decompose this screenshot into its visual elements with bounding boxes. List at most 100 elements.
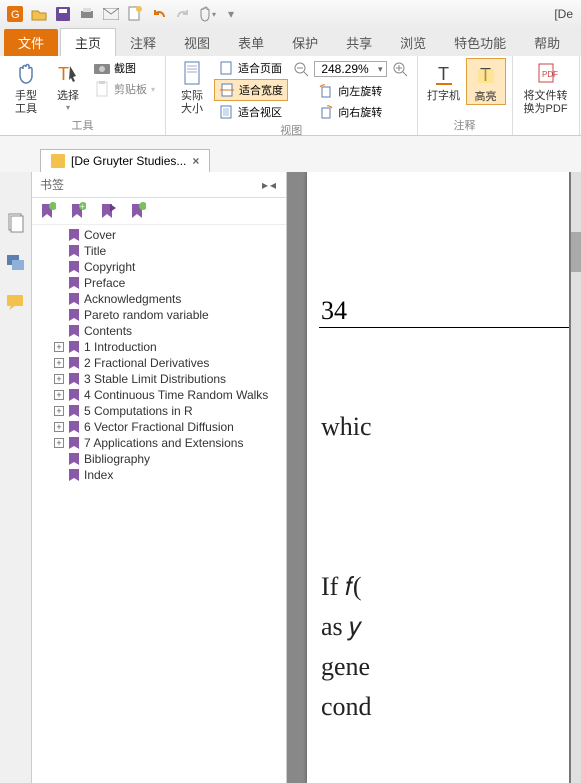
- bookmark-label: Bibliography: [84, 452, 150, 466]
- bookmark-item[interactable]: Index: [50, 467, 282, 483]
- print-icon[interactable]: [76, 3, 98, 25]
- save-icon[interactable]: [52, 3, 74, 25]
- bookmark-label: Title: [84, 244, 106, 258]
- tab-form[interactable]: 表单: [224, 29, 278, 56]
- bm-new-icon[interactable]: +: [70, 202, 86, 220]
- expander-icon[interactable]: +: [54, 390, 64, 400]
- bookmark-item[interactable]: Bibliography: [50, 451, 282, 467]
- expander-icon[interactable]: +: [54, 358, 64, 368]
- expander-icon[interactable]: +: [54, 374, 64, 384]
- snapshot-button[interactable]: 截图: [90, 58, 159, 78]
- expander-icon[interactable]: +: [54, 422, 64, 432]
- fit-visible-icon: [218, 104, 234, 120]
- bookmark-item[interactable]: Copyright: [50, 259, 282, 275]
- bookmark-item[interactable]: Cover: [50, 227, 282, 243]
- bookmark-item[interactable]: +2 Fractional Derivatives: [50, 355, 282, 371]
- hand-tool-button[interactable]: 手型 工具: [6, 58, 46, 116]
- fit-width-button[interactable]: 适合宽度: [214, 79, 288, 101]
- bookmark-label: 2 Fractional Derivatives: [84, 356, 209, 370]
- highlight-button[interactable]: T 高亮: [466, 58, 506, 105]
- annot-group-label: 注释: [424, 117, 506, 133]
- pages-panel-button[interactable]: [5, 212, 27, 234]
- rotate-right-icon: [318, 104, 334, 120]
- window-title: [De: [554, 7, 577, 21]
- bookmark-item[interactable]: +5 Computations in R: [50, 403, 282, 419]
- bookmark-label: Copyright: [84, 260, 135, 274]
- select-label: 选择: [57, 90, 79, 103]
- svg-text:G: G: [11, 9, 20, 21]
- bookmark-item[interactable]: Acknowledgments: [50, 291, 282, 307]
- clipboard-button[interactable]: 剪贴板 ▾: [90, 79, 159, 99]
- bookmark-label: Preface: [84, 276, 125, 290]
- panel-controls[interactable]: ▸◂: [262, 178, 278, 192]
- comments-panel-button[interactable]: [5, 292, 27, 314]
- bookmark-item[interactable]: Title: [50, 243, 282, 259]
- ribbon: 手型 工具 T 选择 ▾ 截图 剪贴板 ▾ 工具 实际 大小 适合页面 适合宽度…: [0, 56, 581, 136]
- bookmark-label: 5 Computations in R: [84, 404, 193, 418]
- bookmark-label: 7 Applications and Extensions: [84, 436, 243, 450]
- zoom-out-button[interactable]: [290, 58, 312, 80]
- vertical-scrollbar[interactable]: [571, 172, 581, 783]
- zoom-in-button[interactable]: [389, 58, 411, 80]
- close-tab-button[interactable]: ×: [192, 154, 199, 168]
- convert-button[interactable]: PDF 将文件转 换为PDF: [519, 58, 573, 116]
- bookmark-label: Contents: [84, 324, 132, 338]
- tab-home[interactable]: 主页: [60, 28, 116, 56]
- tab-file[interactable]: 文件: [4, 29, 58, 56]
- workspace: 书签 ▸◂ + Cover Title Copyright Preface Acknow…: [0, 172, 581, 783]
- tab-protect[interactable]: 保护: [278, 29, 332, 56]
- page-number: 34: [321, 296, 347, 326]
- bookmark-item[interactable]: +7 Applications and Extensions: [50, 435, 282, 451]
- bookmark-item[interactable]: +4 Continuous Time Random Walks: [50, 387, 282, 403]
- bm-expand-icon[interactable]: [40, 202, 56, 220]
- layers-panel-button[interactable]: [5, 252, 27, 274]
- tab-view[interactable]: 视图: [170, 29, 224, 56]
- bm-action1-icon[interactable]: [100, 202, 116, 220]
- document-tab-bar: [De Gruyter Studies... ×: [0, 144, 581, 172]
- bookmark-item[interactable]: Pareto random variable: [50, 307, 282, 323]
- bookmark-item[interactable]: Contents: [50, 323, 282, 339]
- expander-icon[interactable]: +: [54, 406, 64, 416]
- page-text-1: whic: [321, 412, 372, 442]
- bookmark-label: 3 Stable Limit Distributions: [84, 372, 226, 386]
- zoom-input[interactable]: [315, 62, 375, 76]
- highlight-icon: T: [472, 61, 500, 89]
- redo-icon[interactable]: [172, 3, 194, 25]
- page-view[interactable]: 34 whic If 𝑓( as 𝑦 gene cond: [287, 172, 581, 783]
- expander-icon[interactable]: +: [54, 342, 64, 352]
- scroll-thumb[interactable]: [571, 232, 581, 272]
- undo-icon[interactable]: [148, 3, 170, 25]
- bookmark-toolbar: +: [32, 198, 286, 225]
- qat-more-icon[interactable]: ▾: [220, 3, 242, 25]
- bookmark-item[interactable]: +1 Introduction: [50, 339, 282, 355]
- new-icon[interactable]: [124, 3, 146, 25]
- zoom-combo[interactable]: ▾: [314, 61, 387, 77]
- document-tab[interactable]: [De Gruyter Studies... ×: [40, 149, 210, 172]
- bookmark-item[interactable]: +3 Stable Limit Distributions: [50, 371, 282, 387]
- select-tool-button[interactable]: T 选择 ▾: [48, 58, 88, 113]
- open-icon[interactable]: [28, 3, 50, 25]
- tab-help[interactable]: 帮助: [520, 29, 574, 56]
- bookmark-panel-title: 书签: [40, 176, 64, 193]
- rotate-left-button[interactable]: 向左旋转: [314, 81, 386, 101]
- typewriter-button[interactable]: T 打字机: [424, 58, 464, 103]
- bookmark-label: 4 Continuous Time Random Walks: [84, 388, 268, 402]
- actual-size-button[interactable]: 实际 大小: [172, 58, 212, 116]
- doc-tab-label: [De Gruyter Studies...: [71, 154, 186, 168]
- email-icon[interactable]: [100, 3, 122, 25]
- tab-feature[interactable]: 特色功能: [440, 29, 520, 56]
- hand-qat-icon[interactable]: ▾: [196, 3, 218, 25]
- bookmark-label: Acknowledgments: [84, 292, 181, 306]
- bookmark-label: Cover: [84, 228, 116, 242]
- fit-visible-button[interactable]: 适合视区: [214, 102, 288, 122]
- tab-share[interactable]: 共享: [332, 29, 386, 56]
- bookmark-item[interactable]: +6 Vector Fractional Diffusion: [50, 419, 282, 435]
- bm-action2-icon[interactable]: [130, 202, 146, 220]
- rotate-right-button[interactable]: 向右旋转: [314, 102, 386, 122]
- tab-browse[interactable]: 浏览: [386, 29, 440, 56]
- tab-annot[interactable]: 注释: [116, 29, 170, 56]
- page-icon: [178, 60, 206, 88]
- expander-icon[interactable]: +: [54, 438, 64, 448]
- bookmark-item[interactable]: Preface: [50, 275, 282, 291]
- fit-page-button[interactable]: 适合页面: [214, 58, 288, 78]
